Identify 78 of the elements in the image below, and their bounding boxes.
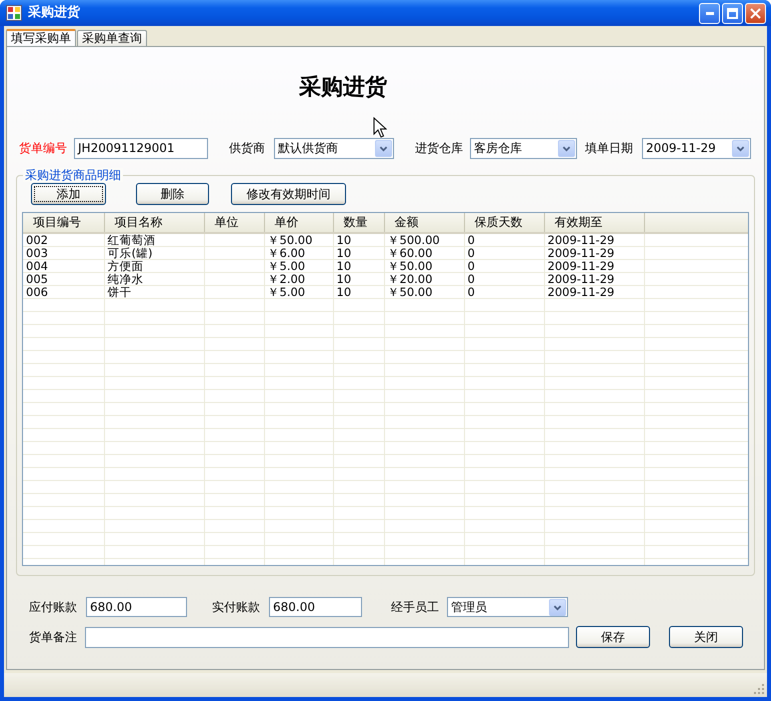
window-title: 采购进货 [28, 5, 81, 21]
table-cell: 红葡萄酒 [104, 233, 204, 246]
tab[interactable]: 采购单查询 [77, 30, 147, 46]
table-cell: 10 [333, 272, 384, 286]
table-cell: 方便面 [104, 260, 204, 272]
toolbar-button[interactable]: 删除 [136, 183, 209, 205]
dropdown-field[interactable]: 管理员 [447, 597, 568, 617]
column-header[interactable]: 单位 [204, 213, 264, 233]
form-heading: 采购进货 [299, 73, 387, 102]
field-label: 货单编号 [19, 141, 68, 156]
table-cell: 10 [333, 286, 384, 298]
table-cell: ￥2.00 [264, 272, 333, 286]
column-header[interactable]: 单价 [264, 213, 333, 233]
table-cell: 纯净水 [104, 272, 204, 286]
table-cell: 0 [464, 260, 544, 272]
table-cell: 0 [464, 272, 544, 286]
table-cell: 2009-11-29 [544, 233, 644, 246]
table-cell: 006 [23, 286, 104, 298]
table-cell: 002 [23, 233, 104, 246]
table-cell: ￥5.00 [264, 286, 333, 298]
table-cell: 可乐(罐) [104, 246, 204, 260]
field-label: 经手员工 [391, 600, 440, 614]
table-cell: ￥500.00 [384, 233, 464, 246]
input-field[interactable]: 680.00 [86, 597, 187, 617]
field-label: 货单备注 [29, 630, 78, 644]
table-cell: 2009-11-29 [544, 272, 644, 286]
table-cell: ￥50.00 [264, 233, 333, 246]
close-button[interactable] [745, 2, 766, 24]
table-cell: 0 [464, 286, 544, 298]
field-label: 实付账款 [212, 600, 261, 614]
group-title: 采购进货商品明细 [23, 168, 123, 182]
column-header[interactable]: 有效期至 [544, 213, 644, 233]
table-cell: 0 [464, 233, 544, 246]
table-cell: ￥6.00 [264, 246, 333, 260]
field-label: 填单日期 [585, 141, 634, 156]
toolbar-button[interactable]: 添加 [31, 183, 106, 205]
table-cell: 饼干 [104, 286, 204, 298]
maximize-icon [727, 8, 738, 18]
table-cell: 2009-11-29 [544, 286, 644, 298]
column-header[interactable]: 保质天数 [464, 213, 544, 233]
input-field[interactable]: 680.00 [269, 597, 362, 617]
table-cell: 2009-11-29 [544, 246, 644, 260]
input-field[interactable] [85, 626, 569, 648]
table-cell: ￥60.00 [384, 246, 464, 260]
field-label: 进货仓库 [415, 141, 464, 156]
minimize-icon [706, 12, 714, 14]
table-cell: 10 [333, 260, 384, 272]
table-cell: ￥20.00 [384, 272, 464, 286]
maximize-button[interactable] [722, 2, 743, 24]
tab[interactable]: 填写采购单 [6, 29, 76, 47]
app-icon [6, 5, 22, 21]
column-header[interactable]: 项目编号 [23, 213, 104, 233]
table-cell: 10 [333, 233, 384, 246]
column-header[interactable]: 数量 [333, 213, 384, 233]
resize-grip-icon [753, 683, 765, 695]
dropdown-field[interactable]: 默认供货商 [274, 138, 394, 159]
table-cell: 003 [23, 246, 104, 260]
table-cell: 0 [464, 246, 544, 260]
table-cell: 004 [23, 260, 104, 272]
table-cell: ￥50.00 [384, 286, 464, 298]
mouse-pointer-icon [373, 117, 387, 139]
field-label: 应付账款 [29, 600, 78, 614]
table-cell: 005 [23, 272, 104, 286]
toolbar-button[interactable]: 修改有效期时间 [231, 183, 346, 205]
table-cell: ￥5.00 [264, 260, 333, 272]
dropdown-field[interactable]: 客房仓库 [470, 138, 577, 159]
action-button[interactable]: 关闭 [669, 626, 743, 648]
column-header[interactable]: 金额 [384, 213, 464, 233]
table-cell: 2009-11-29 [544, 260, 644, 272]
table-cell: 10 [333, 246, 384, 260]
date-picker[interactable]: 2009-11-29 [642, 138, 751, 159]
action-button[interactable]: 保存 [576, 626, 650, 648]
close-icon [750, 8, 761, 18]
table-cell: ￥50.00 [384, 260, 464, 272]
field-label: 供货商 [229, 141, 266, 156]
column-header[interactable]: 项目名称 [104, 213, 204, 233]
minimize-button[interactable] [699, 2, 720, 24]
input-field[interactable]: JH20091129001 [74, 138, 208, 159]
